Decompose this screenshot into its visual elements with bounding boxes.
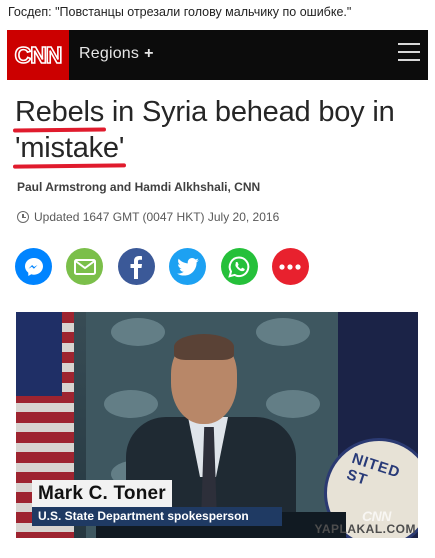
plus-icon: + [144, 45, 154, 62]
regions-menu[interactable]: Regions + [79, 45, 154, 63]
more-icon [279, 263, 302, 270]
backdrop-globe [104, 390, 158, 418]
messenger-share-button[interactable] [15, 248, 52, 285]
video-thumbnail[interactable]: NITED ST Mark C. Toner U.S. State Depart… [16, 312, 418, 538]
email-icon [73, 258, 96, 275]
whatsapp-share-button[interactable] [220, 248, 258, 285]
twitter-share-button[interactable] [169, 248, 207, 285]
facebook-icon [130, 255, 143, 279]
cnn-logo[interactable]: CNN [7, 30, 69, 80]
regions-label: Regions [79, 45, 140, 62]
share-bar [15, 248, 323, 286]
lower-third-name: Mark C. Toner [32, 480, 172, 507]
more-share-button[interactable] [271, 248, 309, 285]
post-caption: Госдеп: "Повстанцы отрезали голову мальч… [8, 5, 352, 19]
updated-timestamp: Updated 1647 GMT (0047 HKT) July 20, 201… [17, 210, 279, 224]
cnn-logo-mark: CNN [14, 41, 63, 69]
backdrop-globe [266, 390, 320, 418]
top-navigation-bar: CNN Regions + [7, 30, 428, 80]
whatsapp-icon [228, 255, 250, 278]
article-headline: Rebels in Syria behead boy in 'mistake' [15, 94, 425, 166]
speaker-hair [174, 334, 234, 360]
updated-text: Updated 1647 GMT (0047 HKT) July 20, 201… [34, 210, 280, 224]
headline-text: in Syria behead boy in [104, 96, 395, 128]
email-share-button[interactable] [66, 248, 104, 285]
headline-underlined-word: 'mistake' [15, 132, 125, 164]
cnn-article-screenshot: CNN Regions + Rebels in Syria behead boy … [7, 30, 428, 554]
backdrop-globe [256, 318, 310, 346]
clock-icon [17, 211, 29, 223]
messenger-icon [24, 257, 43, 276]
headline-underlined-word: Rebels [15, 96, 105, 128]
site-watermark: YAPLAKAL.COM [314, 522, 416, 536]
backdrop-globe [111, 318, 165, 346]
lower-third-title: U.S. State Department spokesperson [32, 507, 282, 526]
svg-text:CNN: CNN [15, 42, 62, 68]
hamburger-icon[interactable] [398, 43, 420, 65]
byline[interactable]: Paul Armstrong and Hamdi Alkhshali, CNN [17, 180, 260, 194]
facebook-share-button[interactable] [117, 248, 155, 285]
twitter-icon [176, 257, 199, 276]
